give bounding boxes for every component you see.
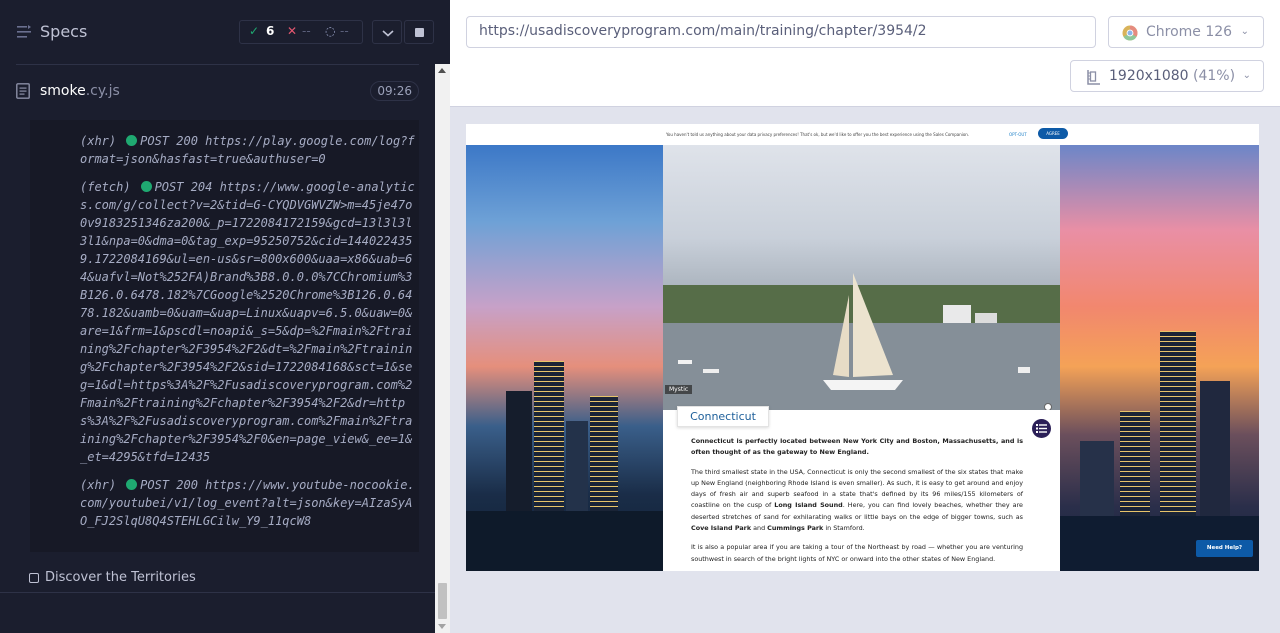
- highlight-long-island-sound: Long Island Sound: [774, 501, 843, 510]
- passed-count: 6: [266, 24, 275, 38]
- cookie-optout-link[interactable]: OPT-OUT: [1009, 132, 1027, 137]
- pending-count: --: [340, 24, 349, 38]
- need-help-button[interactable]: Need Help?: [1196, 540, 1253, 557]
- cookie-banner-text: You haven't told us anything about your …: [666, 132, 970, 137]
- log-entry[interactable]: (xhr) POST 200 https://www.youtube-nocook…: [80, 476, 415, 530]
- failed-count: --: [302, 24, 311, 38]
- background-image-right: [1060, 145, 1259, 571]
- log-entry-kind: (fetch): [80, 180, 131, 194]
- article-paragraph: It is also a popular area if you are tak…: [691, 543, 1023, 563]
- specs-title[interactable]: Specs: [40, 22, 87, 41]
- status-dot-icon: [126, 135, 138, 146]
- zoom-in-icon[interactable]: [1044, 403, 1052, 410]
- article-paragraph: The third smallest state in the USA, Con…: [691, 467, 1023, 535]
- spec-file-header: smoke.cy.js 09:26: [16, 79, 419, 105]
- url-bar[interactable]: https://usadiscoveryprogram.com/main/tra…: [466, 16, 1096, 48]
- expand-collapse-button[interactable]: [372, 20, 402, 44]
- cookie-banner: You haven't told us anything about your …: [466, 124, 1259, 145]
- chapter-content: Mystic Connecticut Connecticut is perfec…: [663, 145, 1060, 571]
- viewport-dimensions: 1920x1080: [1109, 68, 1189, 84]
- viewport-zoom: (41%): [1193, 68, 1236, 84]
- divider: [0, 592, 435, 593]
- list-icon: [1036, 424, 1047, 433]
- log-entry-kind: (xhr): [80, 134, 117, 148]
- file-icon: [16, 83, 30, 99]
- sailboat-illustration: [663, 273, 1060, 410]
- app-frame: You haven't told us anything about your …: [466, 124, 1259, 571]
- photo-caption: Mystic: [665, 385, 693, 394]
- test-stats: ✓ 6 ✕ -- ◌ --: [239, 20, 363, 44]
- chevron-down-icon: ⌄: [1240, 26, 1249, 37]
- cookie-agree-button[interactable]: AGREE: [1038, 128, 1068, 139]
- highlight-cove-island-park: Cove Island Park: [691, 524, 752, 533]
- spec-file-name[interactable]: smoke.cy.js: [40, 83, 120, 99]
- log-entry-kind: (xhr): [80, 478, 117, 492]
- test-checkbox-icon: [29, 573, 39, 583]
- aut-panel: https://usadiscoveryprogram.com/main/tra…: [450, 0, 1280, 633]
- paragraph-text: and: [751, 524, 768, 533]
- stop-icon: [415, 28, 424, 37]
- check-icon: ✓: [249, 24, 260, 38]
- command-log-scrollbar[interactable]: [435, 64, 450, 633]
- table-of-contents-button[interactable]: [1032, 419, 1051, 438]
- article-body: Connecticut is perfectly located between…: [691, 436, 1023, 571]
- chevron-down-icon: ⌄: [1242, 70, 1251, 81]
- hero-photo: Mystic: [663, 145, 1060, 410]
- viewport-size: 1920x1080 (41%): [1109, 68, 1235, 84]
- log-entry[interactable]: (fetch) POST 204 https://www.google-analy…: [80, 178, 415, 466]
- aut-header: https://usadiscoveryprogram.com/main/tra…: [450, 0, 1280, 107]
- viewport-selector[interactable]: 1920x1080 (41%) ⌄: [1070, 60, 1264, 92]
- command-log-panel: Specs ✓ 6 ✕ -- ◌ -- smoke.cy.js 09:26 (x: [0, 0, 450, 633]
- scrollbar-thumb[interactable]: [438, 583, 447, 619]
- scroll-down-arrow-icon[interactable]: [438, 624, 446, 629]
- runner-header: Specs ✓ 6 ✕ -- ◌ --: [0, 0, 450, 64]
- stop-button[interactable]: [404, 20, 434, 44]
- browser-name: Chrome 126: [1146, 24, 1233, 40]
- chevron-down-icon: [382, 30, 394, 37]
- command-log: (xhr) POST 200 https://play.google.com/lo…: [30, 120, 419, 552]
- browser-selector[interactable]: Chrome 126 ⌄: [1108, 16, 1264, 48]
- spec-file-extension: .cy.js: [85, 83, 120, 99]
- log-entry-text: POST 204 https://www.google-analytics.co…: [80, 180, 415, 464]
- highlight-cummings-park: Cummings Park: [767, 524, 824, 533]
- chrome-icon: [1122, 25, 1138, 41]
- test-title-discover-territories[interactable]: Discover the Territories: [45, 570, 196, 585]
- state-title-tab[interactable]: Connecticut: [677, 406, 769, 427]
- paragraph-text: in Stamford.: [823, 524, 865, 533]
- log-entry[interactable]: (xhr) POST 200 https://play.google.com/lo…: [80, 132, 415, 168]
- x-icon: ✕: [287, 24, 298, 38]
- article-lead: Connecticut is perfectly located between…: [691, 437, 1023, 457]
- divider: [16, 64, 419, 65]
- ruler-icon: [1087, 70, 1100, 85]
- scroll-up-arrow-icon[interactable]: [438, 68, 446, 73]
- status-dot-icon: [140, 181, 152, 192]
- spec-file-basename: smoke: [40, 83, 86, 99]
- specs-list-icon[interactable]: [17, 25, 31, 39]
- status-dot-icon: [126, 479, 138, 490]
- pending-circle-icon: ◌: [325, 24, 336, 38]
- run-duration-badge: 09:26: [370, 81, 419, 101]
- background-image-left: [466, 145, 663, 571]
